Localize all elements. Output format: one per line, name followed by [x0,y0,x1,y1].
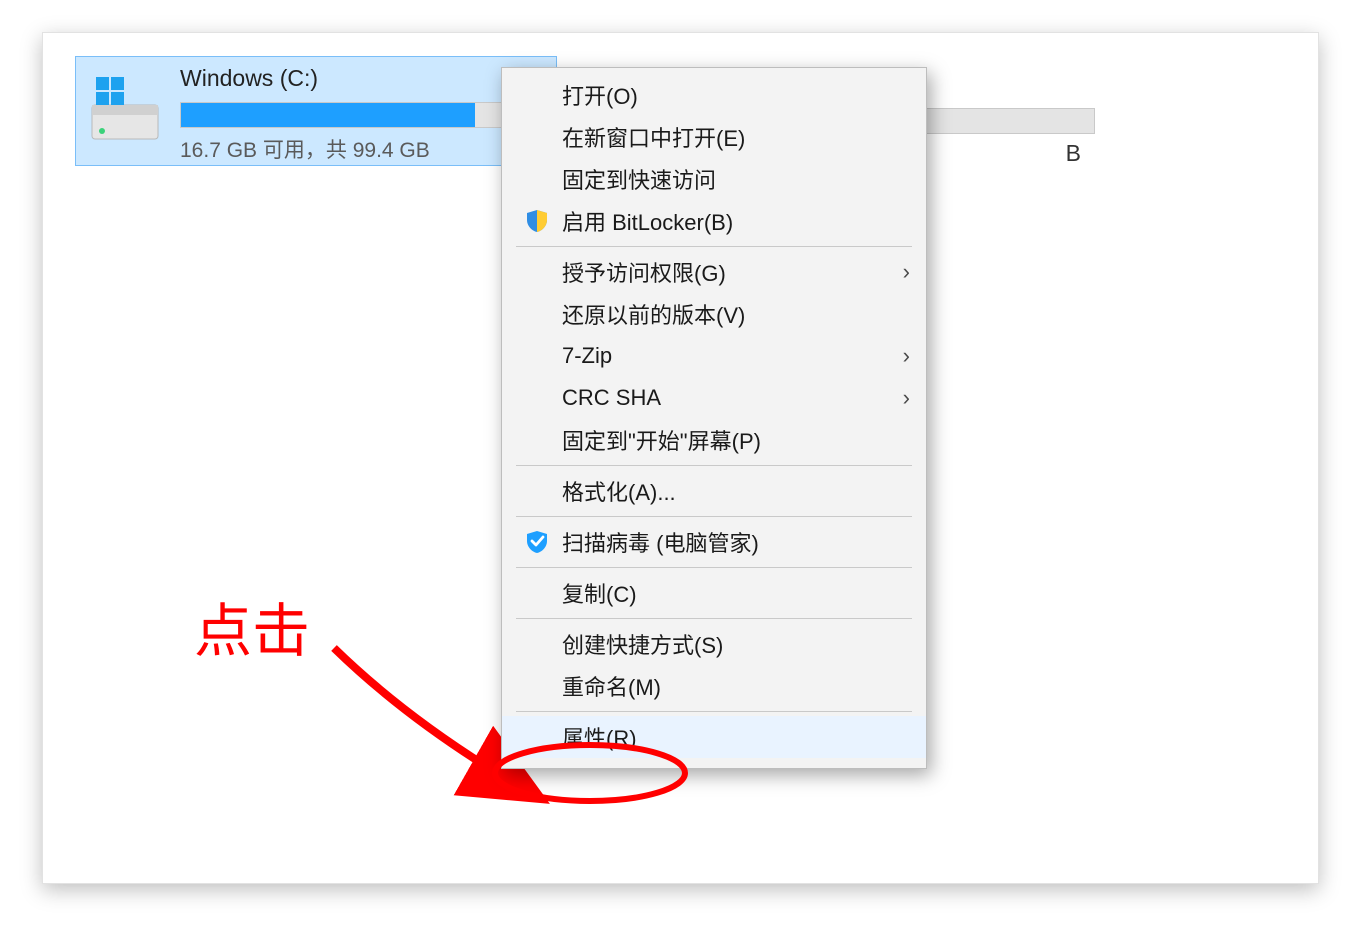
chevron-right-icon: › [903,259,910,285]
context-menu-item[interactable]: 固定到快速访问 [502,158,926,200]
context-menu-item-label: 授予访问权限(G) [562,256,903,288]
menu-separator [516,516,912,517]
context-menu-item-label: 打开(O) [562,79,910,111]
context-menu-item-label: 固定到快速访问 [562,163,910,195]
context-menu-item-label: 复制(C) [562,577,910,609]
context-menu-item-label: 格式化(A)... [562,475,910,507]
drive-icon [86,71,164,149]
shield-icon [520,208,554,234]
context-menu-item-label: 属性(R) [562,721,910,753]
context-menu-item[interactable]: 打开(O) [502,74,926,116]
context-menu-item-label: 在新窗口中打开(E) [562,121,910,153]
context-menu-item-label: 重命名(M) [562,670,910,702]
context-menu-item-label: 创建快捷方式(S) [562,628,910,660]
context-menu-item[interactable]: 复制(C) [502,572,926,614]
context-menu-item[interactable]: 启用 BitLocker(B) [502,200,926,242]
context-menu-item[interactable]: 格式化(A)... [502,470,926,512]
menu-separator [516,465,912,466]
context-menu-item-label: 扫描病毒 (电脑管家) [562,526,910,558]
drive-c-capacity-bar [180,102,536,128]
explorer-panel: Windows (C:) 16.7 GB 可用，共 99.4 GB 本地磁盘 (… [42,32,1319,884]
context-menu-item[interactable]: 创建快捷方式(S) [502,623,926,665]
context-menu-item[interactable]: 固定到"开始"屏幕(P) [502,419,926,461]
context-menu-item[interactable]: 7-Zip› [502,335,926,377]
context-menu-item[interactable]: CRC SHA› [502,377,926,419]
chevron-right-icon: › [903,385,910,411]
drive-c-name: Windows (C:) [180,65,556,92]
menu-separator [516,711,912,712]
menu-separator [516,567,912,568]
drive-c-capacity-fill [181,103,475,127]
drive-c-tile[interactable]: Windows (C:) 16.7 GB 可用，共 99.4 GB [75,56,557,166]
menu-separator [516,246,912,247]
menu-separator [516,618,912,619]
drive-info: Windows (C:) 16.7 GB 可用，共 99.4 GB [180,57,556,164]
context-menu-item-label: 启用 BitLocker(B) [562,205,910,237]
context-menu: 打开(O) 在新窗口中打开(E) 固定到快速访问启用 BitLocker(B) 授予访… [501,67,927,769]
context-menu-item[interactable]: 属性(R) [502,716,926,758]
drive-c-space-text: 16.7 GB 可用，共 99.4 GB [180,134,556,164]
context-menu-item[interactable]: 在新窗口中打开(E) [502,116,926,158]
context-menu-item[interactable]: 授予访问权限(G)› [502,251,926,293]
context-menu-item[interactable]: 重命名(M) [502,665,926,707]
scan-icon [520,529,554,555]
context-menu-item[interactable]: 还原以前的版本(V) [502,293,926,335]
context-menu-item-label: 固定到"开始"屏幕(P) [562,424,910,456]
context-menu-item[interactable]: 扫描病毒 (电脑管家) [502,521,926,563]
context-menu-item-label: CRC SHA [562,385,903,411]
chevron-right-icon: › [903,343,910,369]
context-menu-item-label: 7-Zip [562,343,903,369]
annotation-text: 点击 [194,584,310,668]
context-menu-item-label: 还原以前的版本(V) [562,298,910,330]
